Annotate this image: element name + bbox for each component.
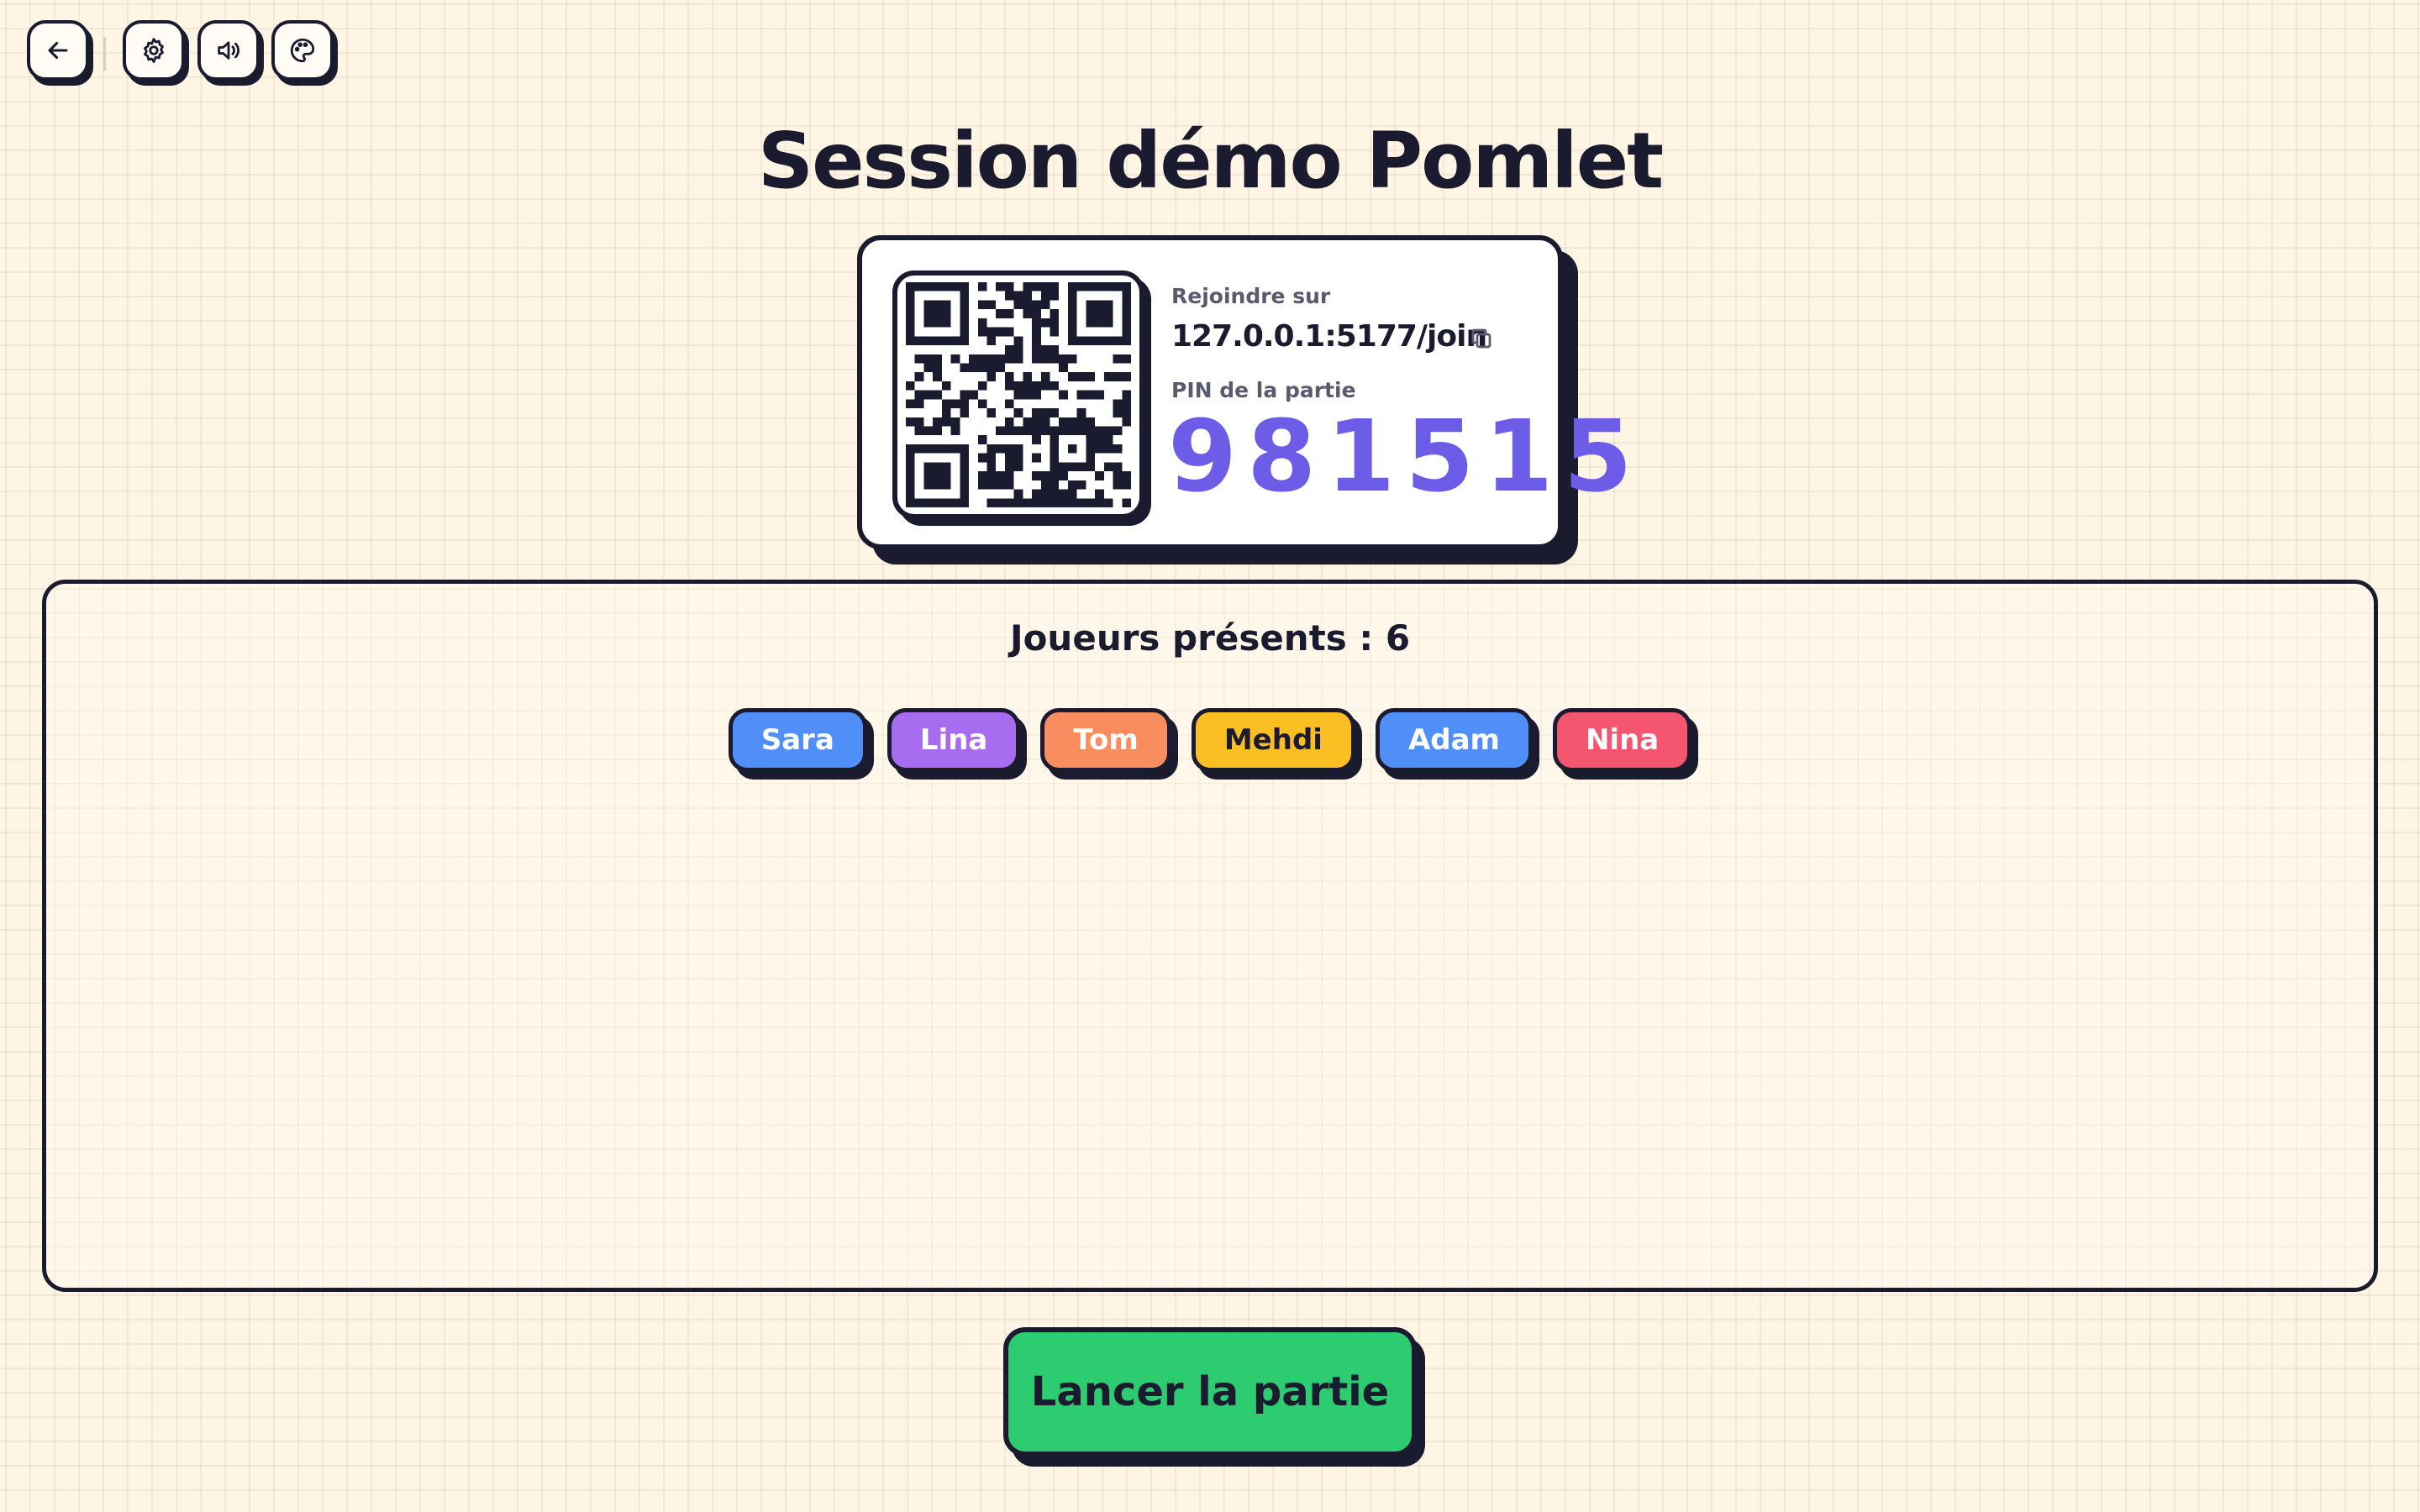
gear-icon [144, 38, 164, 63]
launch-game-button[interactable]: Lancer la partie [1003, 1327, 1417, 1457]
settings-button[interactable] [123, 20, 185, 81]
player-chip: Adam [1375, 708, 1533, 772]
back-button[interactable] [27, 20, 89, 81]
join-card: Rejoindre sur 127.0.0.1:5177/join PIN de… [857, 235, 1633, 549]
copy-icon[interactable] [1469, 326, 1494, 351]
player-chip: Tom [1040, 708, 1171, 772]
player-chip: Sara [728, 708, 867, 772]
toolbar-divider [103, 37, 106, 71]
speaker-icon [218, 41, 239, 60]
player-chip: Lina [886, 708, 1021, 772]
join-url[interactable]: 127.0.0.1:5177/join [1171, 319, 1487, 354]
palette-icon [290, 38, 315, 63]
sound-button[interactable] [197, 20, 260, 81]
theme-button[interactable] [271, 20, 334, 81]
players-count: Joueurs présents : 6 [1009, 617, 1411, 659]
qr-code-icon [906, 282, 1131, 507]
players-panel: Joueurs présents : 6 Sara Lina Tom Mehdi Ada… [42, 580, 2378, 1292]
page-title: Session démo Pomlet [757, 116, 1664, 206]
qr-code-frame [892, 270, 1144, 519]
arrow-left-icon [48, 41, 68, 60]
pin-value: 981515 [1168, 398, 1643, 514]
join-label: Rejoindre sur [1171, 284, 1331, 308]
player-chip: Mehdi [1191, 708, 1355, 772]
player-chip: Nina [1552, 708, 1692, 772]
player-chip-list: Sara Lina Tom Mehdi Adam Nina [46, 708, 2374, 772]
